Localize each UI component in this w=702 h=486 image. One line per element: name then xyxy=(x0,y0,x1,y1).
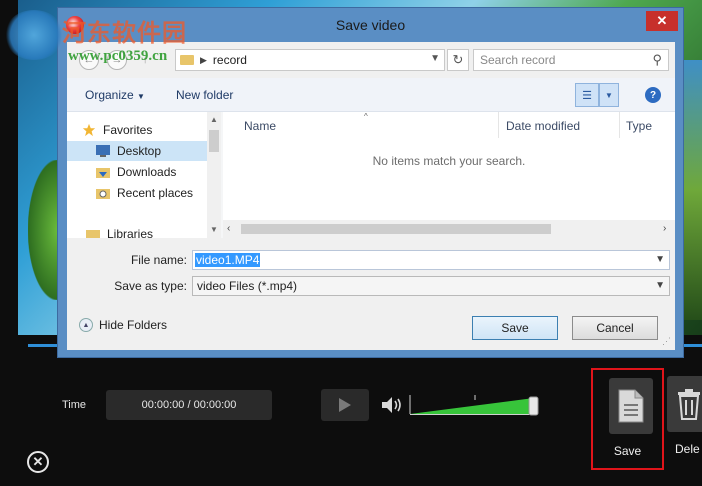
chevron-down-icon[interactable]: ▼ xyxy=(655,254,665,265)
save-as-type-value: video Files (*.mp4) xyxy=(197,279,298,293)
scroll-thumb[interactable] xyxy=(209,130,219,152)
star-icon xyxy=(82,123,96,137)
watermark-text: 河东软件园 xyxy=(62,19,187,47)
help-icon[interactable]: ? xyxy=(645,87,661,103)
recent-places-icon xyxy=(96,189,110,199)
nav-item-favorites[interactable]: Favorites xyxy=(81,120,221,140)
dialog-body: ← → ↑ ▶ record ▼ ↻ Search record ⚲ Organ… xyxy=(67,42,675,350)
address-bar[interactable]: ▶ record ▼ xyxy=(175,49,445,71)
save-tool-button[interactable]: Save xyxy=(591,368,664,470)
search-icon[interactable]: ⚲ xyxy=(652,52,662,68)
save-as-type-select[interactable]: video Files (*.mp4) ▼ xyxy=(192,276,670,296)
seek-bar[interactable] xyxy=(28,344,58,347)
empty-message: No items match your search. xyxy=(372,154,526,168)
libraries-icon xyxy=(86,230,100,238)
nav-item-label: Favorites xyxy=(103,123,153,137)
save-fields: File name: video1.MP4 ▼ Save as type: vi… xyxy=(67,238,675,300)
downloads-icon xyxy=(96,168,110,178)
save-tool-label: Save xyxy=(613,444,642,458)
chevron-down-icon: ▼ xyxy=(137,92,145,101)
resize-grip-icon[interactable]: ⋰ xyxy=(662,336,671,347)
organize-label: Organize xyxy=(85,88,134,102)
organize-button[interactable]: Organize ▼ xyxy=(85,88,145,102)
address-path[interactable]: record xyxy=(213,53,247,67)
file-name-value[interactable]: video1.MP4 xyxy=(195,253,261,267)
view-details-icon[interactable]: ☰ xyxy=(575,83,599,107)
save-as-type-label: Save as type: xyxy=(114,279,187,293)
view-chevron-down-icon[interactable]: ▼ xyxy=(599,83,619,107)
scroll-left-icon[interactable]: ‹ xyxy=(227,223,230,234)
chevron-down-icon[interactable]: ▼ xyxy=(430,53,440,64)
search-input[interactable]: Search record ⚲ xyxy=(473,49,669,71)
watermark-logo xyxy=(4,10,64,60)
volume-icon[interactable] xyxy=(381,396,405,414)
column-divider[interactable] xyxy=(619,112,620,138)
column-header-date-modified[interactable]: Date modified xyxy=(506,119,580,133)
trash-icon xyxy=(667,376,702,432)
dialog-toolbar: Organize ▼ New folder ☰ ▼ ? xyxy=(67,78,675,112)
nav-item-label: Libraries xyxy=(107,227,154,238)
sort-caret-icon: ^ xyxy=(364,112,368,121)
time-label: Time xyxy=(62,399,87,411)
save-document-icon xyxy=(609,378,653,434)
delete-tool-label: Dele xyxy=(675,442,700,456)
nav-item-recent-places[interactable]: Recent places xyxy=(95,183,221,203)
nav-item-libraries[interactable]: Libraries xyxy=(85,224,221,238)
list-scrollbar[interactable]: ‹ › xyxy=(223,220,675,238)
column-header-name[interactable]: Name xyxy=(244,119,276,133)
nav-item-label: Desktop xyxy=(117,144,162,158)
close-icon[interactable]: ✕ xyxy=(27,451,49,473)
scroll-thumb[interactable] xyxy=(241,224,551,234)
scroll-right-icon[interactable]: › xyxy=(663,223,666,234)
save-button[interactable]: Save xyxy=(472,316,558,340)
cancel-button[interactable]: Cancel xyxy=(572,316,658,340)
dialog-footer: ▲ Hide Folders Save Cancel ⋰ xyxy=(67,300,675,350)
breadcrumb-separator-icon: ▶ xyxy=(200,54,207,65)
chevron-up-icon: ▲ xyxy=(79,318,93,332)
refresh-icon[interactable]: ↻ xyxy=(447,49,469,71)
navigation-pane: Favorites Desktop Downloads Recent place… xyxy=(67,112,221,238)
scroll-up-icon[interactable]: ▲ xyxy=(210,115,218,124)
time-display: 00:00:00 / 00:00:00 xyxy=(106,390,272,420)
nav-item-desktop[interactable]: Desktop xyxy=(67,141,207,161)
play-icon xyxy=(339,398,351,412)
nav-scrollbar[interactable]: ▲ ▼ xyxy=(207,112,221,238)
new-folder-button[interactable]: New folder xyxy=(176,88,233,102)
seek-bar-end[interactable] xyxy=(682,344,702,347)
search-placeholder: Search record xyxy=(480,53,556,67)
column-divider[interactable] xyxy=(498,112,499,138)
nav-item-downloads[interactable]: Downloads xyxy=(95,162,221,182)
file-list: Name ^ Date modified Type No items match… xyxy=(223,112,675,238)
volume-slider[interactable] xyxy=(409,394,539,416)
delete-tool-button[interactable]: Dele xyxy=(667,370,702,470)
column-header-type[interactable]: Type xyxy=(626,119,652,133)
nav-item-label: Recent places xyxy=(117,186,194,200)
hide-folders-button[interactable]: ▲ Hide Folders xyxy=(79,318,167,332)
folder-icon xyxy=(180,55,194,65)
desktop-icon xyxy=(96,145,110,157)
scroll-down-icon[interactable]: ▼ xyxy=(210,225,218,234)
play-button[interactable] xyxy=(321,389,369,421)
nav-item-label: Downloads xyxy=(117,165,177,179)
file-name-input[interactable]: video1.MP4 ▼ xyxy=(192,250,670,270)
file-name-label: File name: xyxy=(130,253,187,267)
dialog-close-button[interactable]: ✕ xyxy=(646,11,678,31)
watermark-url: www.pc0359.cn xyxy=(68,48,168,64)
hide-folders-label: Hide Folders xyxy=(99,318,168,332)
chevron-down-icon[interactable]: ▼ xyxy=(655,280,665,291)
